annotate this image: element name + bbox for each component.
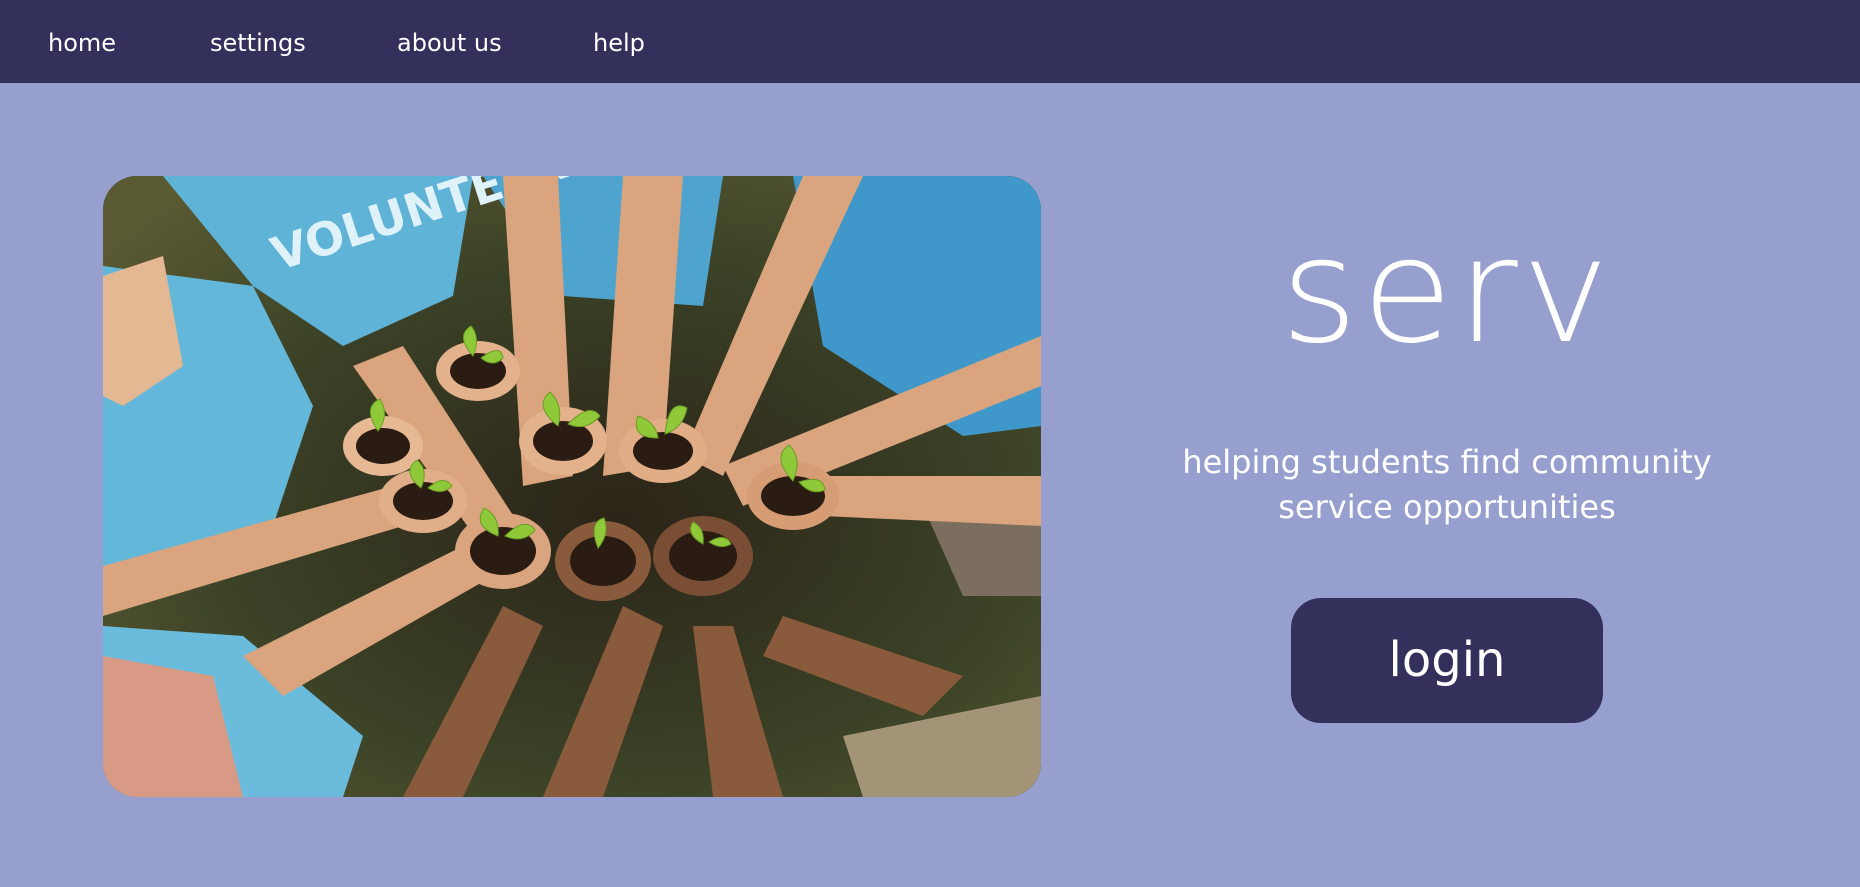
nav-help-link[interactable]: help <box>593 27 645 59</box>
brand-title: serv <box>1280 206 1614 376</box>
nav-home-link[interactable]: home <box>48 27 116 59</box>
top-navbar: home settings about us help <box>0 0 1860 83</box>
volunteers-seedlings-illustration: VOLUNTEER <box>103 176 1041 797</box>
nav-about-us-link[interactable]: about us <box>397 27 502 59</box>
hero-image: VOLUNTEER <box>103 176 1041 797</box>
login-button[interactable]: login <box>1291 598 1603 723</box>
nav-settings-link[interactable]: settings <box>210 27 306 59</box>
tagline: helping students find community service … <box>1182 443 1712 526</box>
